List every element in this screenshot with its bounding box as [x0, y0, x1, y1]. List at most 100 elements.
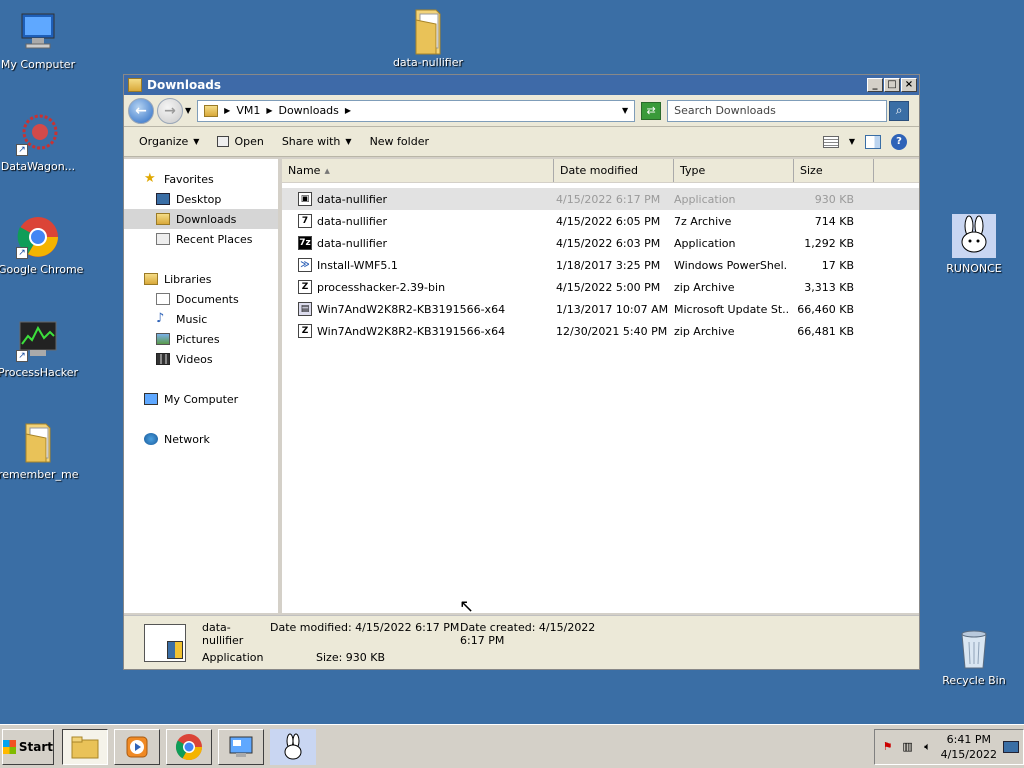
back-button[interactable]: ←	[128, 97, 154, 124]
nav-my-computer[interactable]: My Computer	[124, 389, 278, 409]
datawagon-icon: ↗	[16, 112, 60, 156]
folder-icon	[406, 8, 450, 55]
volume-icon[interactable]: 🔈︎	[921, 740, 935, 754]
file-row[interactable]: ▤ Win7AndW2K8R2-KB3191566-x64 1/13/2017 1…	[282, 298, 919, 320]
desktop-icon-recycle-bin[interactable]: Recycle Bin	[934, 626, 1014, 687]
downloads-folder-icon	[156, 213, 170, 225]
breadcrumb-vm1[interactable]: VM1	[236, 104, 260, 117]
nav-label: Recent Places	[176, 232, 253, 246]
organize-button[interactable]: Organize ▼	[130, 135, 208, 148]
action-center-flag-icon[interactable]: ⚑	[881, 740, 895, 754]
file-date: 1/18/2017 3:25 PM	[556, 258, 661, 272]
view-options-icon[interactable]	[822, 135, 839, 148]
forward-button[interactable]: →	[157, 97, 183, 124]
column-header-type[interactable]: Type	[674, 159, 794, 182]
nav-downloads[interactable]: Downloads	[124, 209, 278, 229]
file-size: 3,313 KB	[804, 280, 854, 294]
details-pane: data-nullifier Date modified: 4/15/2022 …	[124, 615, 919, 669]
file-row[interactable]: Z Win7AndW2K8R2-KB3191566-x64 12/30/2021 …	[282, 320, 919, 342]
taskbar-control-panel-button[interactable]	[218, 728, 264, 765]
file-type: zip Archive	[674, 324, 735, 338]
file-name: processhacker-2.39-bin	[317, 280, 446, 294]
nav-label: Documents	[176, 292, 239, 306]
chevron-right-icon[interactable]: ▶	[224, 106, 230, 115]
taskbar-runonce-button[interactable]	[270, 728, 316, 765]
shortcut-arrow-icon: ↗	[16, 144, 28, 156]
breadcrumb-downloads[interactable]: Downloads	[278, 104, 338, 117]
address-bar[interactable]: ▶ VM1 ▶ Downloads ▶ ▼	[197, 99, 636, 122]
desktop-icon-data-nullifier[interactable]: data-nullifier	[388, 8, 468, 69]
recycle-bin-icon	[952, 626, 996, 670]
search-button[interactable]: ⌕	[889, 100, 910, 121]
nav-recent-places[interactable]: Recent Places	[124, 229, 278, 249]
new-folder-button[interactable]: New folder	[361, 135, 438, 148]
arrow-left-icon: ←	[135, 102, 147, 119]
refresh-icon: ⇄	[646, 103, 656, 117]
open-button[interactable]: Open	[208, 135, 272, 148]
file-row[interactable]: 7 data-nullifier 4/15/2022 6:05 PM 7z Arc…	[282, 210, 919, 232]
documents-icon	[156, 293, 170, 305]
file-row[interactable]: ≫ Install-WMF5.1 1/18/2017 3:25 PM Window…	[282, 254, 919, 276]
nav-documents[interactable]: Documents	[124, 289, 278, 309]
file-size: 17 KB	[821, 258, 854, 272]
file-row[interactable]: Zprocesshacker-2.39-bin 4/15/2022 5:00 P…	[282, 276, 919, 298]
share-with-button[interactable]: Share with ▼	[273, 135, 361, 148]
desktop-icon-processhacker[interactable]: ↗ ProcessHacker	[0, 318, 78, 379]
file-name: Win7AndW2K8R2-KB3191566-x64	[317, 302, 506, 316]
network-icon[interactable]: ▥	[901, 740, 915, 754]
column-header-size[interactable]: Size	[794, 159, 874, 182]
desktop-icon-label: Recycle Bin	[942, 674, 1006, 687]
file-row[interactable]: ▣ data-nullifier 4/15/2022 6:17 PM Applic…	[282, 188, 919, 210]
pictures-icon	[156, 333, 170, 345]
taskbar-chrome-button[interactable]	[166, 728, 212, 765]
maximize-button[interactable]: □	[884, 78, 900, 92]
address-dropdown-icon[interactable]: ▼	[622, 106, 628, 115]
app-icon	[144, 623, 186, 662]
nav-videos[interactable]: Videos	[124, 349, 278, 369]
help-icon[interactable]: ?	[891, 133, 907, 150]
chevron-right-icon[interactable]: ▶	[266, 106, 272, 115]
desktop-icon-label: Google Chrome	[0, 263, 84, 276]
music-icon: ♪	[156, 311, 165, 326]
refresh-button[interactable]: ⇄	[641, 101, 662, 120]
desktop-icon-my-computer[interactable]: My Computer	[0, 10, 78, 71]
nav-network[interactable]: Network	[124, 429, 278, 449]
chevron-right-icon[interactable]: ▶	[345, 106, 351, 115]
show-desktop-icon[interactable]	[1003, 740, 1019, 753]
open-label: Open	[234, 135, 264, 148]
desktop-icon-remember-me[interactable]: remember_me	[0, 420, 79, 481]
search-input[interactable]: Search Downloads	[667, 99, 888, 122]
column-header-name[interactable]: Name ▲	[282, 159, 554, 182]
taskbar-media-player-button[interactable]	[114, 728, 160, 765]
file-date: 1/13/2017 10:07 AM	[556, 302, 669, 316]
nav-desktop[interactable]: Desktop	[124, 189, 278, 209]
desktop-icon-label: data-nullifier	[392, 56, 464, 69]
preview-pane-icon[interactable]	[865, 134, 881, 149]
nav-label: Downloads	[176, 212, 237, 226]
column-header-date[interactable]: Date modified	[554, 159, 674, 182]
start-button[interactable]: Start	[2, 728, 54, 765]
nav-music[interactable]: ♪ Music	[124, 309, 278, 329]
processhacker-icon: ↗	[16, 318, 60, 362]
recent-pages-chevron-icon[interactable]: ▼	[185, 106, 191, 115]
file-name: data-nullifier	[317, 236, 388, 250]
nav-pictures[interactable]: Pictures	[124, 329, 278, 349]
title-bar[interactable]: Downloads _ □ ×	[124, 75, 919, 95]
file-row[interactable]: 7z data-nullifier 4/15/2022 6:03 PM Appli…	[282, 232, 919, 254]
clock[interactable]: 6:41 PM 4/15/2022	[941, 732, 997, 762]
minimize-button[interactable]: _	[867, 78, 883, 92]
taskbar-explorer-button[interactable]	[62, 728, 108, 765]
column-headers: Name ▲ Date modified Type Size	[282, 159, 919, 183]
nav-label: Music	[176, 312, 208, 326]
desktop-icon-runonce[interactable]: RUNONCE	[934, 214, 1014, 275]
arrow-right-icon: →	[164, 102, 176, 119]
close-button[interactable]: ×	[901, 78, 917, 92]
desktop-icon-datawagon[interactable]: ↗ DataWagon...	[0, 112, 78, 173]
nav-libraries[interactable]: Libraries	[124, 269, 278, 289]
search-placeholder: Search Downloads	[674, 104, 776, 117]
view-dropdown-icon[interactable]: ▼	[849, 137, 855, 146]
nav-favorites[interactable]: ★ Favorites	[124, 169, 278, 189]
desktop-icon-google-chrome[interactable]: ↗ Google Chrome	[0, 215, 84, 276]
file-size: 714 KB	[814, 214, 854, 228]
file-name: data-nullifier	[317, 192, 388, 206]
